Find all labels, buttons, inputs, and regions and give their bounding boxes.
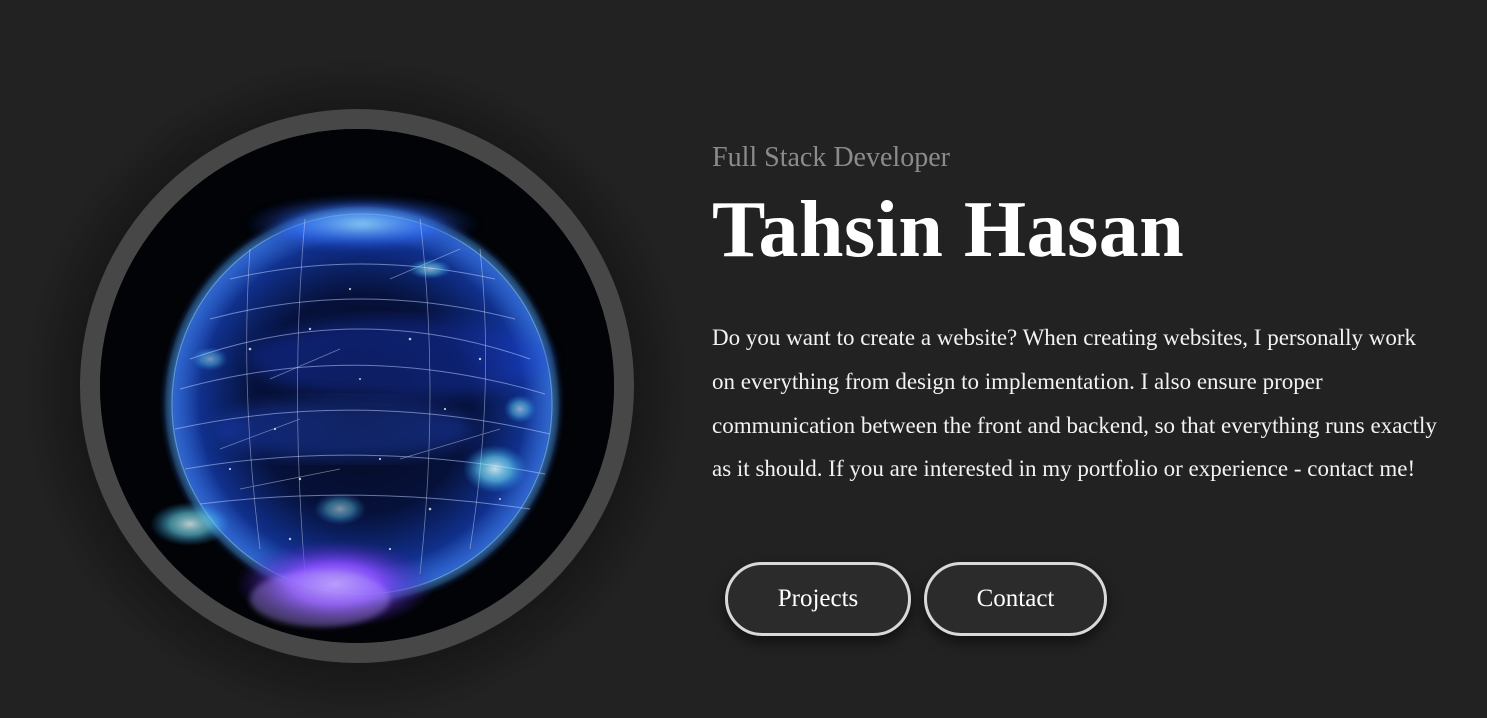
page: Full Stack Developer Tahsin Hasan Do you… bbox=[0, 0, 1487, 718]
contact-button[interactable]: Contact bbox=[924, 562, 1107, 636]
cta-buttons: Projects Contact bbox=[725, 562, 1107, 636]
projects-button[interactable]: Projects bbox=[725, 562, 911, 636]
job-title: Full Stack Developer bbox=[712, 142, 950, 173]
hero-globe-image bbox=[100, 129, 614, 643]
intro-paragraph: Do you want to create a website? When cr… bbox=[712, 325, 1437, 482]
hero-text: Full Stack Developer Tahsin Hasan Do you… bbox=[712, 140, 1447, 491]
globe-artwork bbox=[100, 129, 614, 643]
page-title: Tahsin Hasan bbox=[712, 186, 1185, 274]
